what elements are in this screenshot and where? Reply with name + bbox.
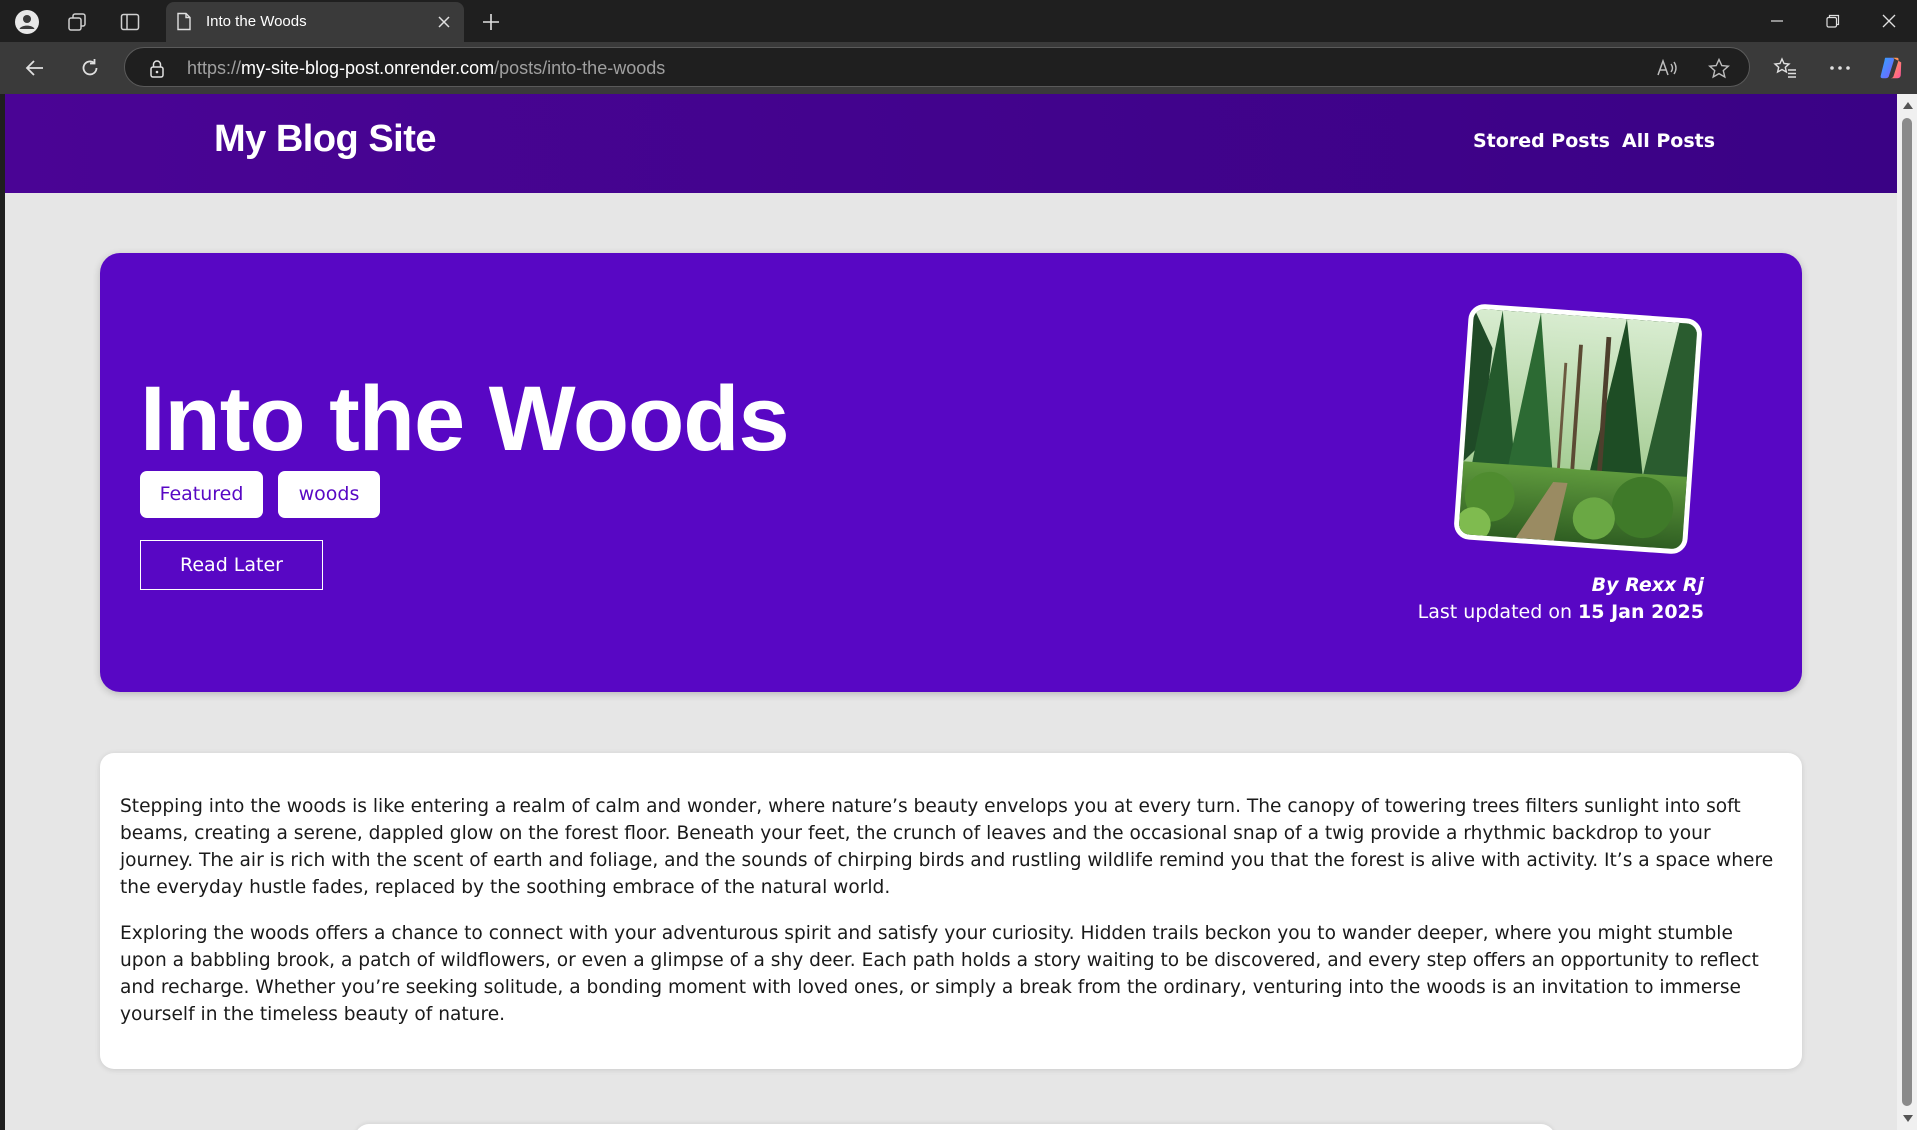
- url-path: /posts/into-the-woods: [494, 58, 666, 78]
- active-tab[interactable]: Into the Woods: [166, 2, 464, 42]
- read-later-button[interactable]: Read Later: [140, 540, 323, 590]
- post-updated: Last updated on 15 Jan 2025: [1418, 601, 1704, 623]
- tab-title: Into the Woods: [206, 13, 307, 30]
- workspaces-icon[interactable]: [64, 9, 90, 35]
- post-image: [1453, 303, 1703, 555]
- address-bar[interactable]: https://my-site-blog-post.onrender.com/p…: [124, 47, 1750, 87]
- post-paragraph: Exploring the woods offers a chance to c…: [120, 923, 1759, 1025]
- copilot-icon[interactable]: [1878, 55, 1904, 81]
- post-content: Stepping into the woods is like entering…: [100, 753, 1802, 1069]
- scroll-up-arrow-icon[interactable]: [1903, 102, 1913, 109]
- next-card-edge: [355, 1124, 1555, 1130]
- browser-toolbar: https://my-site-blog-post.onrender.com/p…: [0, 42, 1917, 94]
- tag-woods[interactable]: woods: [278, 471, 380, 518]
- url-scheme: https://: [187, 58, 242, 78]
- page-scrollbar[interactable]: [1897, 94, 1917, 1130]
- page-icon: [176, 12, 192, 35]
- browser-tab-bar: Into the Woods: [0, 0, 1917, 42]
- tag-featured[interactable]: Featured: [140, 471, 263, 518]
- read-aloud-icon[interactable]: [1656, 56, 1680, 80]
- post-title: Into the Woods: [140, 368, 790, 470]
- updated-date: 15 Jan 2025: [1578, 601, 1704, 623]
- lock-icon[interactable]: [145, 56, 169, 80]
- more-options-icon[interactable]: [1827, 55, 1853, 81]
- page-viewport: My Blog Site Stored Posts All Posts Into…: [5, 94, 1897, 1130]
- site-title[interactable]: My Blog Site: [214, 118, 437, 161]
- restore-icon[interactable]: [1810, 5, 1856, 37]
- new-tab-icon[interactable]: [478, 9, 504, 35]
- favorites-icon[interactable]: [1772, 55, 1798, 81]
- post-hero: Into the Woods Featured woods Read Later: [100, 253, 1802, 692]
- refresh-icon[interactable]: [75, 53, 105, 83]
- scroll-down-arrow-icon[interactable]: [1903, 1115, 1913, 1122]
- post-author: By Rexx Rj: [1591, 574, 1704, 596]
- site-header: My Blog Site Stored Posts All Posts: [5, 94, 1897, 193]
- updated-prefix: Last updated on: [1417, 601, 1579, 623]
- close-tab-icon[interactable]: [434, 12, 454, 32]
- close-window-icon[interactable]: [1866, 5, 1912, 37]
- url-text: https://my-site-blog-post.onrender.com/p…: [187, 58, 665, 79]
- nav-stored-posts[interactable]: Stored Posts: [1473, 130, 1610, 152]
- back-arrow-icon[interactable]: [20, 53, 50, 83]
- minimize-icon[interactable]: [1754, 5, 1800, 37]
- profile-icon[interactable]: [14, 9, 40, 35]
- scroll-thumb[interactable]: [1902, 118, 1912, 1106]
- url-host: my-site-blog-post.onrender.com: [241, 58, 495, 78]
- favorite-star-icon[interactable]: [1707, 56, 1731, 80]
- vertical-tabs-icon[interactable]: [117, 9, 143, 35]
- post-paragraph: Stepping into the woods is like entering…: [120, 796, 1774, 898]
- nav-all-posts[interactable]: All Posts: [1622, 130, 1715, 152]
